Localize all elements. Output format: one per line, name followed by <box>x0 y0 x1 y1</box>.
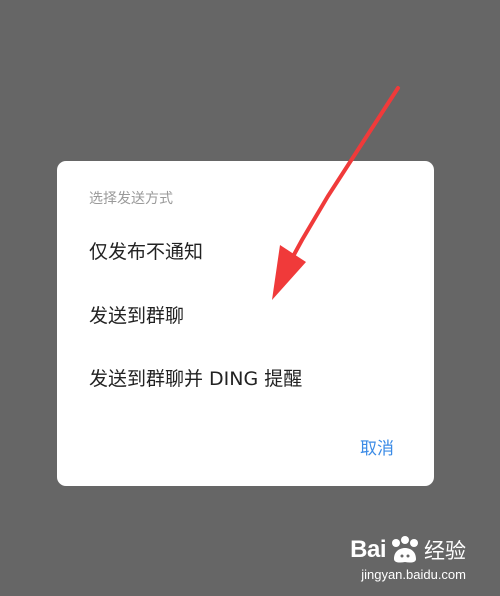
watermark-url: jingyan.baidu.com <box>361 567 466 582</box>
option-send-to-group[interactable]: 发送到群聊 <box>89 301 184 328</box>
cancel-button[interactable]: 取消 <box>360 434 394 459</box>
watermark-jingyan: 经验 <box>424 539 466 563</box>
paw-icon <box>392 536 418 563</box>
send-mode-dialog: 选择发送方式 仅发布不通知 发送到群聊 发送到群聊并 DING 提醒 取消 <box>57 161 434 486</box>
option-send-to-group-ding[interactable]: 发送到群聊并 DING 提醒 <box>89 364 302 391</box>
option-publish-no-notify[interactable]: 仅发布不通知 <box>89 237 203 264</box>
watermark-brand: Bai <box>350 536 386 563</box>
baidu-jingyan-watermark: Bai 经验 jingyan.baidu.com <box>350 535 466 582</box>
dialog-title: 选择发送方式 <box>89 191 173 207</box>
